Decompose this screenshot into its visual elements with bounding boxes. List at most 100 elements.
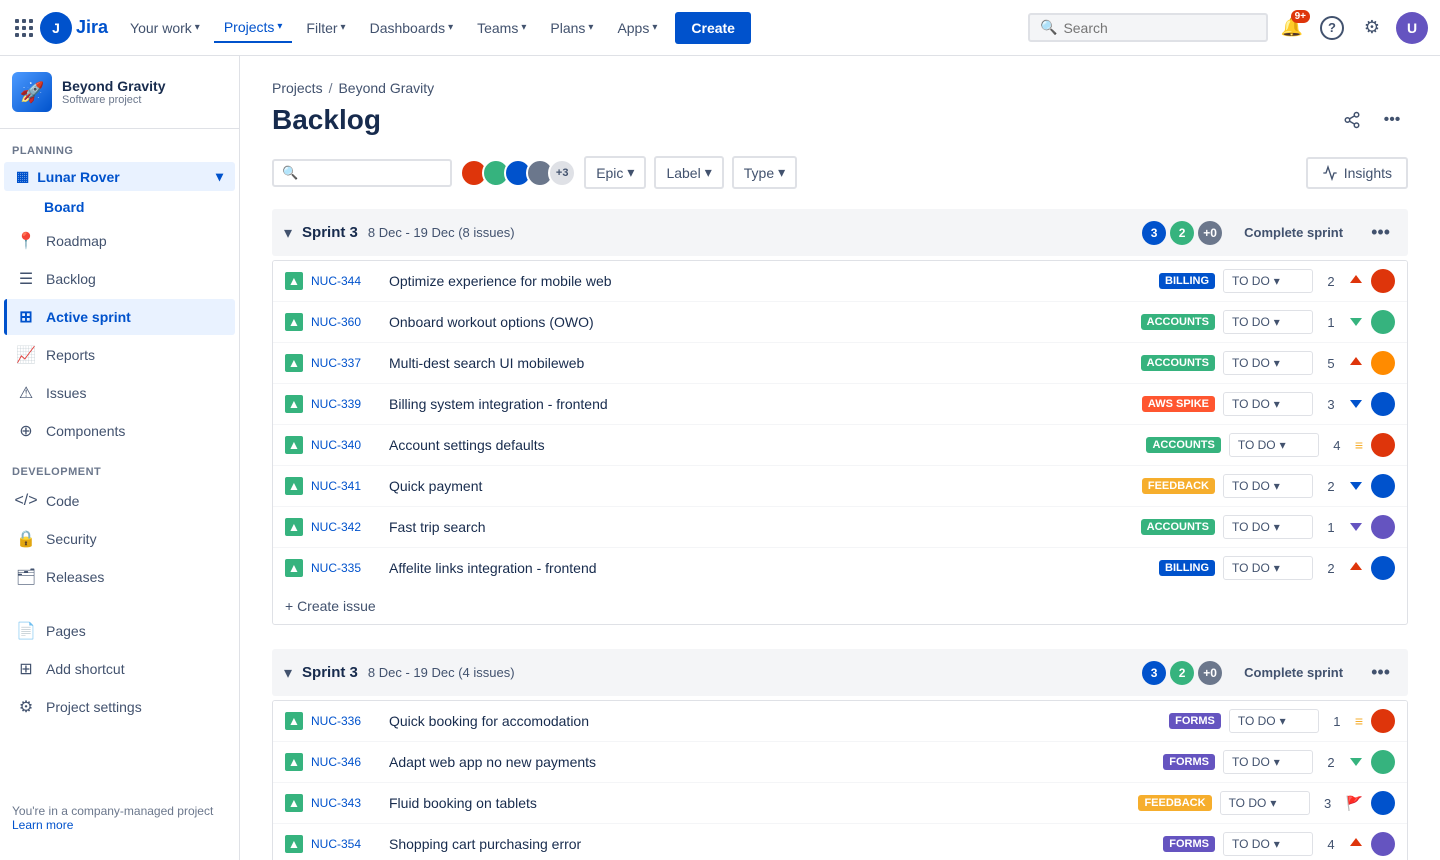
assignee-avatar[interactable]	[1371, 433, 1395, 457]
more-actions-button[interactable]: •••	[1376, 104, 1408, 136]
sidebar-item-active-sprint[interactable]: ⊞ Active sprint	[4, 299, 235, 335]
issue-key[interactable]: NUC-336	[311, 714, 381, 728]
priority-icon[interactable]	[1349, 519, 1363, 536]
issue-key[interactable]: NUC-343	[311, 796, 381, 810]
assignee-avatar[interactable]	[1371, 310, 1395, 334]
sprint-header-2[interactable]: ▾ Sprint 3 8 Dec - 19 Dec (4 issues) 3 2…	[272, 649, 1408, 696]
create-issue-sprint1[interactable]: + Create issue	[273, 588, 1407, 624]
assignee-avatar[interactable]	[1371, 750, 1395, 774]
sidebar-item-roadmap[interactable]: 📍 Roadmap	[4, 223, 235, 259]
status-dropdown[interactable]: TO DO ▾	[1229, 433, 1319, 457]
complete-sprint-button-2[interactable]: Complete sprint	[1232, 659, 1355, 686]
assignee-avatar[interactable]	[1371, 269, 1395, 293]
priority-icon[interactable]	[1349, 478, 1363, 495]
table-row[interactable]: ▲ NUC-344 Optimize experience for mobile…	[273, 261, 1407, 302]
sprint-more-button-1[interactable]: •••	[1365, 220, 1396, 245]
table-row[interactable]: ▲ NUC-335 Affelite links integration - f…	[273, 548, 1407, 588]
issue-key[interactable]: NUC-337	[311, 356, 381, 370]
issue-tag[interactable]: ACCOUNTS	[1141, 314, 1215, 330]
table-row[interactable]: ▲ NUC-341 Quick payment FEEDBACK TO DO ▾…	[273, 466, 1407, 507]
table-row[interactable]: ▲ NUC-340 Account settings defaults ACCO…	[273, 425, 1407, 466]
breadcrumb-project-name[interactable]: Beyond Gravity	[338, 80, 434, 96]
issue-tag[interactable]: FORMS	[1169, 713, 1221, 729]
nav-projects[interactable]: Projects▾	[214, 13, 293, 43]
issue-tag[interactable]: FORMS	[1163, 836, 1215, 852]
table-row[interactable]: ▲ NUC-354 Shopping cart purchasing error…	[273, 824, 1407, 860]
issue-tag[interactable]: AWS SPIKE	[1142, 396, 1215, 412]
table-row[interactable]: ▲ NUC-346 Adapt web app no new payments …	[273, 742, 1407, 783]
share-button[interactable]	[1336, 104, 1368, 136]
sprint-toggle-icon-2[interactable]: ▾	[284, 663, 292, 683]
status-dropdown[interactable]: TO DO ▾	[1223, 474, 1313, 498]
user-avatar[interactable]: U	[1396, 12, 1428, 44]
sidebar-item-project-settings[interactable]: ⚙ Project settings	[4, 689, 235, 725]
nav-apps[interactable]: Apps▾	[607, 14, 667, 42]
assignee-avatar[interactable]	[1371, 392, 1395, 416]
priority-icon[interactable]	[1349, 754, 1363, 771]
learn-more-link[interactable]: Learn more	[12, 818, 73, 832]
sprint-toggle-icon[interactable]: ▾	[284, 223, 292, 243]
sidebar-item-components[interactable]: ⊕ Components	[4, 413, 235, 449]
issue-key[interactable]: NUC-342	[311, 520, 381, 534]
table-row[interactable]: ▲ NUC-343 Fluid booking on tablets FEEDB…	[273, 783, 1407, 824]
status-dropdown[interactable]: TO DO ▾	[1223, 392, 1313, 416]
status-dropdown[interactable]: TO DO ▾	[1223, 310, 1313, 334]
issue-key[interactable]: NUC-360	[311, 315, 381, 329]
issue-tag[interactable]: FEEDBACK	[1138, 795, 1211, 811]
backlog-search-input[interactable]	[302, 165, 442, 181]
issue-tag[interactable]: ACCOUNTS	[1146, 437, 1220, 453]
issue-key[interactable]: NUC-341	[311, 479, 381, 493]
priority-icon[interactable]	[1349, 314, 1363, 331]
issue-key[interactable]: NUC-344	[311, 274, 381, 288]
table-row[interactable]: ▲ NUC-336 Quick booking for accomodation…	[273, 701, 1407, 742]
nav-dashboards[interactable]: Dashboards▾	[360, 14, 464, 42]
priority-icon[interactable]	[1349, 836, 1363, 853]
breadcrumb-projects[interactable]: Projects	[272, 80, 323, 96]
issue-key[interactable]: NUC-339	[311, 397, 381, 411]
priority-icon[interactable]: ≡	[1355, 713, 1363, 729]
issue-key[interactable]: NUC-354	[311, 837, 381, 851]
table-row[interactable]: ▲ NUC-360 Onboard workout options (OWO) …	[273, 302, 1407, 343]
assignee-avatar[interactable]	[1371, 709, 1395, 733]
status-dropdown[interactable]: TO DO ▾	[1223, 269, 1313, 293]
insights-button[interactable]: Insights	[1306, 157, 1408, 189]
table-row[interactable]: ▲ NUC-337 Multi-dest search UI mobileweb…	[273, 343, 1407, 384]
settings-button[interactable]: ⚙	[1356, 12, 1388, 44]
complete-sprint-button-1[interactable]: Complete sprint	[1232, 219, 1355, 246]
sidebar-item-backlog[interactable]: ☰ Backlog	[4, 261, 235, 297]
assignee-avatar[interactable]	[1371, 474, 1395, 498]
project-header[interactable]: 🚀 Beyond Gravity Software project	[0, 56, 239, 129]
sidebar-item-reports[interactable]: 📈 Reports	[4, 337, 235, 373]
table-row[interactable]: ▲ NUC-339 Billing system integration - f…	[273, 384, 1407, 425]
status-dropdown[interactable]: TO DO ▾	[1223, 556, 1313, 580]
board-item[interactable]: ▦ Lunar Rover ▾	[4, 162, 235, 191]
status-dropdown[interactable]: TO DO ▾	[1223, 515, 1313, 539]
status-dropdown[interactable]: TO DO ▾	[1223, 750, 1313, 774]
status-dropdown[interactable]: TO DO ▾	[1223, 832, 1313, 856]
issue-key[interactable]: NUC-346	[311, 755, 381, 769]
grid-icon[interactable]	[12, 16, 36, 40]
status-dropdown[interactable]: TO DO ▾	[1223, 351, 1313, 375]
priority-icon[interactable]	[1349, 396, 1363, 413]
issue-tag[interactable]: FEEDBACK	[1142, 478, 1215, 494]
assignee-avatar[interactable]	[1371, 515, 1395, 539]
sprint-header-1[interactable]: ▾ Sprint 3 8 Dec - 19 Dec (8 issues) 3 2…	[272, 209, 1408, 256]
epic-filter[interactable]: Epic ▾	[584, 156, 646, 189]
issue-tag[interactable]: ACCOUNTS	[1141, 519, 1215, 535]
priority-icon[interactable]	[1349, 560, 1363, 577]
priority-icon[interactable]	[1349, 273, 1363, 290]
sidebar-item-code[interactable]: </> Code	[4, 483, 235, 519]
type-filter[interactable]: Type ▾	[732, 156, 797, 189]
label-filter[interactable]: Label ▾	[654, 156, 723, 189]
issue-tag[interactable]: FORMS	[1163, 754, 1215, 770]
issue-tag[interactable]: ACCOUNTS	[1141, 355, 1215, 371]
issue-key[interactable]: NUC-340	[311, 438, 381, 452]
jira-logo[interactable]: J Jira	[40, 12, 108, 44]
board-sub-item[interactable]: Board	[36, 193, 235, 221]
help-button[interactable]: ?	[1316, 12, 1348, 44]
nav-filter[interactable]: Filter▾	[296, 14, 355, 42]
nav-teams[interactable]: Teams▾	[467, 14, 536, 42]
table-row[interactable]: ▲ NUC-342 Fast trip search ACCOUNTS TO D…	[273, 507, 1407, 548]
assignee-avatar[interactable]	[1371, 351, 1395, 375]
issue-key[interactable]: NUC-335	[311, 561, 381, 575]
